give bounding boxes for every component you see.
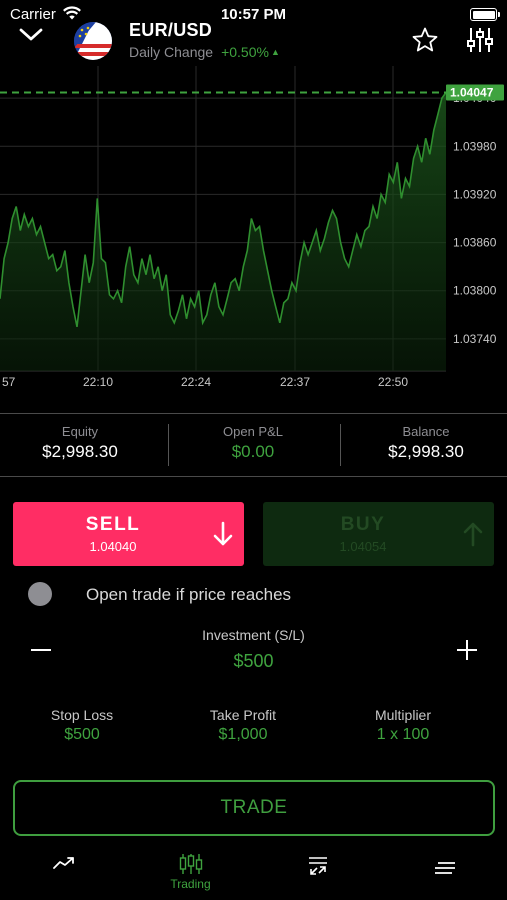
eur-usd-flag-icon [74,22,112,60]
equity-label: Equity [61,424,99,439]
x-tick-label: 22:50 [378,375,408,389]
open-trade-toggle[interactable] [28,582,52,606]
y-tick-label: 1.03800 [453,284,497,298]
divider [0,476,507,477]
arrow-up-icon [463,522,483,547]
stop-loss-label: Stop Loss [50,707,114,723]
multiplier-label: Multiplier [374,707,431,723]
price-chart-svg[interactable]: 1.040401.039801.039201.038601.038001.037… [0,66,507,396]
stop-loss[interactable]: Stop Loss $500 [2,707,162,744]
y-tick-label: 1.03740 [453,332,497,346]
trade-button-label: TRADE [220,797,288,818]
trade-button[interactable]: TRADE [13,780,495,836]
price-area [0,92,446,371]
candlestick-icon [179,854,202,874]
sell-button[interactable]: SELL 1.04040 [13,502,244,566]
up-arrow-icon: ▲ [270,47,280,57]
account-stats: Equity $2,998.30 Open P&L $0.00 Balance … [0,414,507,476]
instrument-name: EUR/USD [129,20,213,40]
multiplier-value: 1 x 100 [376,726,430,743]
open-pl-label: Open P&L [223,424,283,439]
buy-label: BUY [340,514,386,535]
open-trade-toggle-row: Open trade if price reaches [0,582,507,606]
buy-button[interactable]: BUY 1.04054 [263,502,494,566]
x-tick-label: 22:37 [280,375,310,389]
tab-trading-label: Trading [170,877,211,891]
daily-change-value: +0.50% [221,44,269,60]
y-tick-label: 1.03920 [453,187,497,201]
plus-icon[interactable] [456,639,478,661]
stop-loss-value: $500 [64,726,100,743]
balance-stat: Balance $2,998.30 [346,424,506,462]
instrument-header: EUR/USD Daily Change +0.50% ▲ [0,18,507,66]
equity-value: $2,998.30 [42,442,118,461]
investment-label: Investment (S/L) [202,627,305,643]
equity-stat: Equity $2,998.30 [0,424,160,462]
sell-price: 1.04040 [89,539,137,554]
open-pl-stat: Open P&L $0.00 [173,424,333,462]
investment-stepper: Investment (S/L) $500 [0,627,507,677]
daily-change-label: Daily Change [129,44,214,60]
multiplier[interactable]: Multiplier 1 x 100 [323,707,483,744]
price-chart[interactable]: 1.040401.039801.039201.038601.038001.037… [0,66,507,396]
trade-params: Stop Loss $500 Take Profit $1,000 Multip… [0,707,507,747]
chart-line-icon [52,857,74,869]
x-tick-label: 22:10 [83,375,113,389]
y-tick-label: 1.03980 [453,139,497,153]
positions-icon [308,857,327,875]
balance-label: Balance [402,424,450,439]
take-profit-label: Take Profit [209,707,277,723]
take-profit[interactable]: Take Profit $1,000 [163,707,323,744]
balance-value: $2,998.30 [388,442,464,461]
stat-divider [340,424,341,466]
take-profit-value: $1,000 [218,726,268,743]
star-icon[interactable] [411,26,439,54]
stat-divider [168,424,169,466]
menu-icon [434,862,455,874]
chevron-down-icon[interactable] [18,26,44,42]
daily-change: Daily Change +0.50% ▲ [129,44,280,60]
sell-label: SELL [85,514,141,535]
open-pl-value: $0.00 [231,442,275,461]
tab-chart[interactable] [0,848,127,900]
tab-bar: Trading [0,848,507,900]
filters-icon[interactable] [466,26,494,54]
tab-trading[interactable]: Trading [127,848,254,900]
buy-price: 1.04054 [339,539,387,554]
tab-positions[interactable] [254,848,381,900]
current-price-label: 1.04047 [450,85,494,99]
arrow-down-icon [213,521,233,546]
tab-menu[interactable] [381,848,507,900]
open-trade-label: Open trade if price reaches [86,585,292,604]
investment-value[interactable]: $500 [0,651,507,672]
y-tick-label: 1.03860 [453,236,497,250]
current-price-tag: 1.04047 [446,84,504,101]
x-tick-label: 57 [2,375,16,389]
x-tick-label: 22:24 [181,375,211,389]
